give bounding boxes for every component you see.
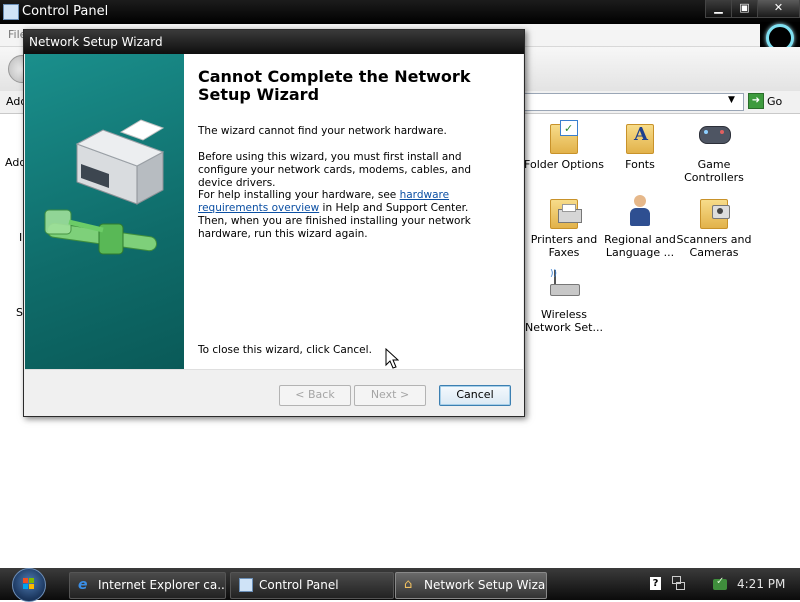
left-fragment: S xyxy=(16,306,23,319)
scanners-icon xyxy=(696,193,732,229)
cp-item-game-controllers[interactable]: Game Controllers xyxy=(674,118,754,184)
cp-item-fonts[interactable]: A Fonts xyxy=(600,118,680,171)
wizard-instructions: Before using this wizard, you must first… xyxy=(198,151,472,189)
close-button[interactable]: ✕ xyxy=(757,0,800,18)
control-panel-app-icon xyxy=(3,4,19,20)
help-text-before: For help installing your hardware, see xyxy=(198,189,400,201)
mouse-cursor-icon xyxy=(385,348,399,369)
wizard-message: The wizard cannot find your network hard… xyxy=(198,125,447,137)
clock[interactable]: 4:21 PM xyxy=(737,577,785,591)
wizard-button-bar: < Back Next > Cancel xyxy=(25,369,523,416)
cp-item-printers-faxes[interactable]: Printers and Faxes xyxy=(524,193,604,259)
cp-item-label: Printers and Faxes xyxy=(530,233,598,259)
windows-logo-icon xyxy=(23,578,35,590)
wireless-icon: )) xyxy=(546,268,582,304)
control-panel-icon xyxy=(239,578,253,592)
wizard-close-instruction: To close this wizard, click Cancel. xyxy=(198,344,372,356)
start-button[interactable] xyxy=(12,568,46,602)
address-input[interactable] xyxy=(520,93,744,111)
home-network-icon: ⌂ xyxy=(404,577,413,592)
go-arrow-icon: ➜ xyxy=(748,93,764,109)
cp-item-label: Scanners and Cameras xyxy=(676,233,752,259)
internet-explorer-icon: e xyxy=(78,577,88,593)
back-button[interactable]: < Back xyxy=(279,385,351,406)
folder-options-icon: ✓ xyxy=(546,118,582,154)
go-label: Go xyxy=(767,94,783,108)
left-fragment: I xyxy=(19,231,23,244)
wizard-titlebar[interactable]: Network Setup Wizard xyxy=(24,30,524,54)
maximize-button[interactable]: ▣ xyxy=(731,0,758,18)
wizard-title: Network Setup Wizard xyxy=(29,35,163,49)
cp-item-label: Folder Options xyxy=(524,158,604,171)
control-panel-title: Control Panel xyxy=(22,4,109,19)
next-button[interactable]: Next > xyxy=(354,385,426,406)
cp-item-scanners-cameras[interactable]: Scanners and Cameras xyxy=(674,193,754,259)
taskbar-item-internet-explorer[interactable]: e Internet Explorer ca... xyxy=(69,572,226,599)
go-button[interactable]: ➜ Go xyxy=(748,93,794,111)
wizard-help-text: For help installing your hardware, see h… xyxy=(198,189,498,241)
cp-item-regional-language[interactable]: Regional and Language ... xyxy=(600,193,680,259)
cp-item-label: Game Controllers xyxy=(684,158,744,184)
security-center-icon[interactable]: ✓ xyxy=(713,576,729,592)
wizard-side-panel xyxy=(25,54,184,369)
network-setup-wizard-dialog: Network Setup Wizard Cannot Complete the… xyxy=(23,29,525,417)
network-status-icon[interactable] xyxy=(672,576,685,590)
fonts-icon: A xyxy=(622,118,658,154)
cp-item-label: Regional and Language ... xyxy=(604,233,676,259)
taskbar-item-label: Internet Explorer ca... xyxy=(98,578,226,592)
cp-item-label: Fonts xyxy=(625,158,655,171)
wizard-heading: Cannot Complete the Network Setup Wizard xyxy=(198,67,471,104)
address-dropdown-icon[interactable]: ▼ xyxy=(728,95,735,105)
network-printer-illustration xyxy=(44,119,165,255)
taskbar-item-label: Control Panel xyxy=(259,578,339,592)
taskbar: e Internet Explorer ca... Control Panel … xyxy=(0,568,800,602)
regional-icon xyxy=(622,193,658,229)
cancel-button[interactable]: Cancel xyxy=(439,385,511,406)
search-logo xyxy=(760,22,800,52)
cp-item-label: Wireless Network Set... xyxy=(525,308,603,334)
game-controllers-icon xyxy=(696,118,732,154)
control-panel-titlebar[interactable]: Control Panel ▁ ▣ ✕ xyxy=(0,0,800,24)
taskbar-item-network-setup-wizard[interactable]: ⌂ Network Setup Wizard xyxy=(395,572,547,599)
wizard-content: Cannot Complete the Network Setup Wizard… xyxy=(184,54,523,369)
taskbar-item-control-panel[interactable]: Control Panel xyxy=(230,572,394,599)
taskbar-item-label: Network Setup Wizard xyxy=(424,578,547,592)
printers-icon xyxy=(546,193,582,229)
cp-item-folder-options[interactable]: ✓ Folder Options xyxy=(524,118,604,171)
help-icon[interactable]: ? xyxy=(650,577,661,590)
minimize-button[interactable]: ▁ xyxy=(705,0,732,18)
cp-item-wireless-network[interactable]: )) Wireless Network Set... xyxy=(524,268,604,334)
